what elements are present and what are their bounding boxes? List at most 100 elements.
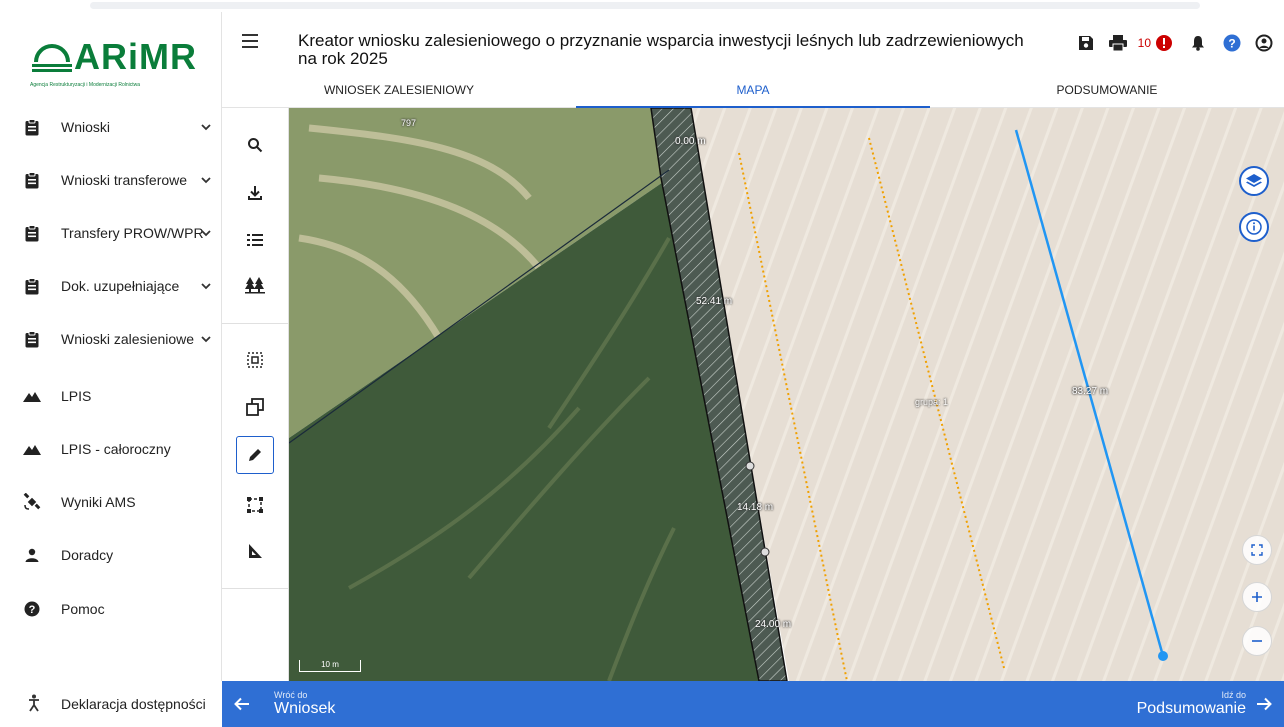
sidebar-item-wnioski-transferowe[interactable]: Wnioski transferowe	[0, 160, 222, 200]
sidebar-item-dok-uzupelniajace[interactable]: Dok. uzupełniające	[0, 266, 222, 306]
map-toolbar	[222, 108, 289, 681]
error-icon[interactable]	[1154, 33, 1174, 53]
forest-icon	[245, 277, 265, 294]
tab-wniosek-zalesieniowy[interactable]: WNIOSEK ZALESIENIOWY	[222, 80, 576, 107]
search-tool-button[interactable]	[236, 126, 274, 164]
measure-end-point[interactable]	[1158, 651, 1168, 661]
distance-label: 0.00 m	[675, 136, 706, 147]
sidebar-item-lpis-caloroczny[interactable]: LPIS - całoroczny	[0, 429, 222, 469]
measure-angle-icon	[249, 544, 262, 558]
chevron-down-icon[interactable]	[199, 120, 213, 134]
download-icon	[248, 186, 262, 200]
menu-toggle-button[interactable]	[242, 34, 264, 52]
info-button[interactable]	[1239, 212, 1269, 242]
header-actions: 10 ?	[1076, 28, 1284, 58]
clipboard-icon	[22, 276, 42, 296]
sidebar: ARiMR Agencja Restrukturyzacji i Moderni…	[0, 12, 222, 727]
map-view[interactable]: 797 0.00 m 52.41 m 14.18 m 24.00 m 83.27…	[289, 108, 1284, 681]
zoom-out-button[interactable]	[1242, 626, 1272, 656]
plus-icon	[1252, 592, 1262, 602]
mountain-icon	[22, 386, 42, 406]
sidebar-item-wyniki-ams[interactable]: Wyniki AMS	[0, 482, 222, 522]
browser-top-strip	[0, 0, 1284, 12]
accessibility-icon	[27, 694, 41, 717]
error-count[interactable]: 10	[1138, 36, 1151, 50]
page-title: Kreator wniosku zalesieniowego o przyzna…	[298, 31, 1024, 68]
info-icon	[1246, 219, 1262, 235]
user-icon[interactable]	[1254, 33, 1274, 53]
parcel-number-label: 797	[401, 118, 417, 128]
next-big-label: Podsumowanie	[1136, 700, 1246, 717]
sidebar-item-label: Pomoc	[61, 601, 105, 617]
map-canvas	[289, 108, 1284, 681]
svg-text:?: ?	[1228, 37, 1235, 51]
wizard-navigation-bar: Wróć do Wniosek Idź do Podsumowanie	[222, 681, 1284, 727]
back-big-label: Wniosek	[274, 700, 336, 717]
layers-button[interactable]	[1239, 166, 1269, 196]
satellite-icon	[22, 492, 42, 512]
help-icon[interactable]: ?	[1222, 33, 1242, 53]
bare-field-area	[689, 108, 1284, 681]
clipboard-icon	[22, 329, 42, 349]
clipboard-icon	[22, 117, 42, 137]
copy-tool-button[interactable]	[236, 388, 274, 426]
sidebar-item-wnioski-zalesieniowe[interactable]: Wnioski zalesieniowe	[0, 319, 222, 359]
chevron-down-icon[interactable]	[199, 173, 213, 187]
back-small-label: Wróć do	[274, 690, 308, 700]
download-tool-button[interactable]	[236, 174, 274, 212]
minus-icon	[1252, 640, 1262, 642]
sidebar-item-label: Wnioski zalesieniowe	[61, 331, 195, 347]
arrow-left-icon	[234, 697, 249, 711]
copy-icon	[246, 398, 264, 416]
measure-tool-button[interactable]	[236, 532, 274, 570]
sidebar-item-label: Doradcy	[61, 547, 114, 563]
layers-icon	[1246, 174, 1262, 187]
list-tool-button[interactable]	[236, 221, 274, 259]
toolbar-divider	[222, 588, 289, 589]
hamburger-line	[242, 46, 258, 48]
clipboard-icon	[22, 170, 42, 190]
sidebar-item-label: Wnioski transferowe	[61, 172, 188, 188]
zoom-in-button[interactable]	[1242, 582, 1272, 612]
address-bar	[90, 2, 1200, 9]
sidebar-item-label: Transfery PROW/WPR	[61, 225, 204, 241]
mountain-icon	[22, 439, 42, 459]
sidebar-item-label: Dok. uzupełniające	[61, 278, 180, 294]
select-area-icon	[247, 352, 263, 368]
next-button[interactable]: Idź do Podsumowanie	[1137, 681, 1272, 727]
sidebar-item-pomoc[interactable]: ? Pomoc	[0, 589, 222, 629]
tab-mapa[interactable]: MAPA	[576, 80, 930, 108]
rectangle-select-tool-button[interactable]	[236, 486, 274, 524]
sidebar-item-doradcy[interactable]: Doradcy	[0, 535, 222, 575]
hamburger-line	[242, 40, 258, 42]
print-icon[interactable]	[1108, 33, 1128, 53]
forest-tool-button[interactable]	[236, 266, 274, 304]
arrow-right-icon	[1257, 697, 1272, 711]
fullscreen-button[interactable]	[1242, 535, 1272, 565]
bell-icon[interactable]	[1188, 33, 1208, 53]
sidebar-item-label: Wyniki AMS	[61, 494, 136, 510]
save-icon[interactable]	[1076, 33, 1096, 53]
sidebar-item-label: LPIS	[61, 388, 92, 404]
group-label: grupa: 1	[915, 397, 949, 407]
sidebar-item-lpis[interactable]: LPIS	[0, 376, 222, 416]
pencil-icon	[249, 449, 261, 461]
rectangle-select-icon	[247, 497, 263, 513]
chevron-down-icon[interactable]	[199, 279, 213, 293]
sidebar-item-accessibility[interactable]: Deklaracja dostępności	[0, 681, 222, 727]
draw-tool-button[interactable]	[236, 436, 274, 474]
fullscreen-icon	[1251, 544, 1263, 556]
chevron-down-icon[interactable]	[199, 226, 213, 240]
tab-podsumowanie[interactable]: PODSUMOWANIE	[930, 80, 1284, 107]
arimr-logo[interactable]: ARiMR Agencja Restrukturyzacji i Moderni…	[30, 26, 200, 96]
chevron-down-icon[interactable]	[199, 332, 213, 346]
sidebar-item-transfery-prow-wpr[interactable]: Transfery PROW/WPR	[0, 213, 222, 253]
distance-label: 14.18 m	[737, 502, 774, 513]
select-area-tool-button[interactable]	[236, 341, 274, 379]
list-icon	[247, 234, 263, 246]
back-button[interactable]: Wróć do Wniosek	[234, 681, 335, 727]
map-scale-bar: 10 m	[299, 660, 361, 672]
sidebar-item-label: LPIS - całoroczny	[61, 441, 171, 457]
sidebar-item-label: Deklaracja dostępności	[61, 696, 206, 712]
sidebar-item-wnioski[interactable]: Wnioski	[0, 107, 222, 147]
